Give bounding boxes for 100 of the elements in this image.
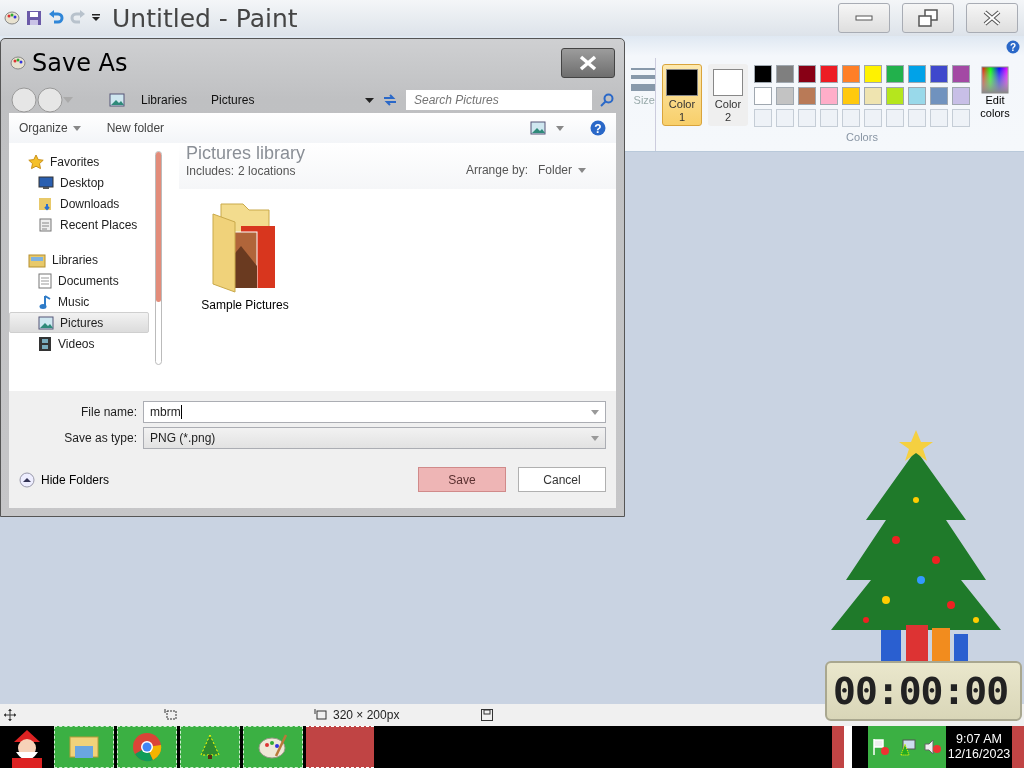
folder-item[interactable]: Sample Pictures: [185, 197, 305, 313]
nav-item[interactable]: Desktop: [9, 172, 149, 193]
color-swatch[interactable]: [842, 87, 860, 105]
caret-icon: [578, 167, 586, 173]
show-desktop-strip[interactable]: [832, 726, 852, 768]
taskbar-clock[interactable]: 9:07 AM 12/16/2023: [946, 726, 1012, 768]
caret-icon: [591, 409, 599, 415]
flag-icon[interactable]: [871, 738, 890, 756]
nav-item[interactable]: Recent Places: [9, 214, 149, 235]
palette-icon: [258, 734, 288, 760]
color-select-button[interactable]: Color 1: [662, 64, 702, 126]
empty-swatch[interactable]: [820, 109, 838, 127]
muted-speaker-icon[interactable]: [924, 738, 943, 756]
nav-item[interactable]: Music: [9, 291, 149, 312]
nav-group-item[interactable]: Libraries: [9, 249, 149, 270]
color-swatch[interactable]: [886, 65, 904, 83]
film-strip-icon: [38, 335, 52, 352]
document-icon: [38, 272, 52, 289]
color-select-button[interactable]: Color 2: [708, 64, 748, 126]
caret-icon: [72, 125, 81, 131]
search-field[interactable]: Search Pictures: [406, 90, 592, 110]
browser-taskbar-button[interactable]: [117, 726, 177, 768]
save-icon[interactable]: [26, 10, 42, 26]
dropdown-caret-icon[interactable]: [365, 97, 374, 103]
nav-group-item[interactable]: Favorites: [9, 151, 149, 172]
back-button-icon[interactable]: [11, 87, 37, 113]
color-swatch[interactable]: [908, 65, 926, 83]
edit-colors-button[interactable]: Edit colors: [976, 58, 1014, 151]
empty-swatch[interactable]: [952, 109, 970, 127]
close-icon: [983, 10, 1001, 26]
view-options-icon[interactable]: [530, 121, 546, 135]
empty-swatch[interactable]: [754, 109, 772, 127]
refresh-icon[interactable]: [382, 92, 398, 108]
help-icon[interactable]: ?: [1006, 40, 1020, 54]
save-as-type-dropdown[interactable]: PNG (*.png): [143, 427, 606, 449]
dropdown-caret-icon[interactable]: [92, 14, 100, 22]
color-swatch[interactable]: [842, 65, 860, 83]
color-swatch[interactable]: [754, 65, 772, 83]
palette-icon: [10, 55, 26, 71]
forward-button-icon[interactable]: [37, 87, 63, 113]
taskbar-slot[interactable]: [306, 726, 374, 768]
search-icon[interactable]: [600, 93, 614, 107]
empty-swatch[interactable]: [798, 109, 816, 127]
color-swatch[interactable]: [952, 87, 970, 105]
nav-item[interactable]: Documents: [9, 270, 149, 291]
paint-taskbar-button[interactable]: [243, 726, 303, 768]
hide-folders-button[interactable]: Hide Folders: [19, 471, 110, 488]
color-swatch[interactable]: [776, 65, 794, 83]
close-button[interactable]: [966, 3, 1018, 33]
nav-item[interactable]: Downloads: [9, 193, 149, 214]
help-icon[interactable]: ?: [590, 120, 606, 136]
tree-taskbar-button[interactable]: [180, 726, 240, 768]
color-swatch[interactable]: [864, 87, 882, 105]
dialog-title: Save As: [32, 49, 128, 77]
music-note-icon: [38, 293, 52, 310]
organize-menu[interactable]: Organize: [19, 121, 81, 135]
nav-item[interactable]: Pictures: [9, 312, 149, 333]
caret-icon: [591, 435, 599, 441]
palette-icon[interactable]: [4, 10, 20, 26]
library-folder-icon: [28, 251, 46, 268]
breadcrumb-item[interactable]: Libraries: [133, 93, 196, 107]
color-swatch[interactable]: [952, 65, 970, 83]
dialog-button[interactable]: Cancel: [518, 467, 606, 492]
window-title: Untitled - Paint: [112, 3, 298, 33]
color-swatch[interactable]: [798, 65, 816, 83]
breadcrumb-item[interactable]: Pictures: [203, 93, 263, 107]
color-swatch[interactable]: [930, 87, 948, 105]
size-label: Size: [633, 94, 655, 106]
color-swatch[interactable]: [776, 87, 794, 105]
network-icon[interactable]: [897, 738, 917, 756]
file-name-field[interactable]: mbrm: [143, 401, 606, 423]
restore-button[interactable]: [902, 3, 954, 33]
canvas-size-icon: [314, 709, 328, 721]
color-swatch[interactable]: [820, 65, 838, 83]
color-swatch[interactable]: [930, 65, 948, 83]
empty-swatch[interactable]: [776, 109, 794, 127]
empty-swatch[interactable]: [864, 109, 882, 127]
nav-item[interactable]: Videos: [9, 333, 149, 354]
color-spectrum-icon: [981, 66, 1009, 94]
arrange-dropdown[interactable]: Folder: [538, 163, 586, 177]
line-width-icon[interactable]: [631, 66, 655, 94]
color-swatch[interactable]: [798, 87, 816, 105]
dialog-button[interactable]: Save: [418, 467, 506, 492]
empty-swatch[interactable]: [886, 109, 904, 127]
new-folder-button[interactable]: New folder: [106, 121, 165, 135]
color-swatch[interactable]: [864, 65, 882, 83]
empty-swatch[interactable]: [842, 109, 860, 127]
redo-icon[interactable]: [70, 10, 86, 26]
document-stack-icon: [38, 216, 54, 233]
empty-swatch[interactable]: [930, 109, 948, 127]
clock-date: 12/16/2023: [946, 747, 1012, 762]
color-swatch[interactable]: [754, 87, 772, 105]
color-swatch[interactable]: [908, 87, 926, 105]
minimize-button[interactable]: [838, 3, 890, 33]
close-button[interactable]: [561, 48, 615, 78]
undo-icon[interactable]: [48, 10, 64, 26]
locations-link[interactable]: 2 locations: [238, 164, 296, 178]
empty-swatch[interactable]: [908, 109, 926, 127]
color-swatch[interactable]: [886, 87, 904, 105]
color-swatch[interactable]: [820, 87, 838, 105]
